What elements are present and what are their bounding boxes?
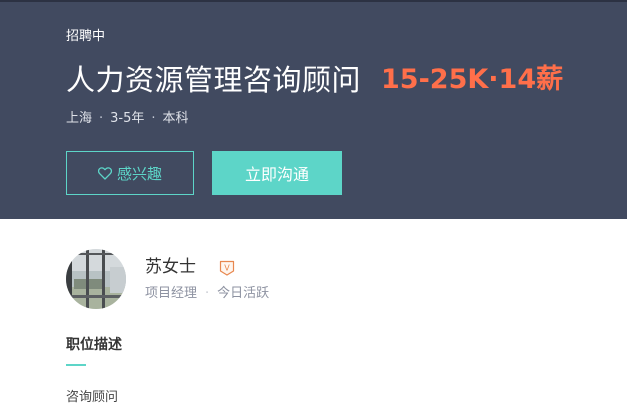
chat-now-button-label: 立即沟通: [244, 165, 309, 184]
recruiter-meta-separator: ·: [205, 286, 210, 301]
job-status: 招聘中: [66, 29, 106, 44]
job-description-text: 咨询顾问: [66, 390, 119, 405]
interest-button-label: 感兴趣: [116, 164, 162, 183]
job-header: 招聘中 人力资源管理咨询顾问 15-25K·14薪 上海 · 3-5年 · 本科…: [0, 0, 627, 219]
job-requirements: 上海 · 3-5年 · 本科: [66, 111, 189, 127]
recruiter-meta: 项目经理 · 今日活跃: [145, 286, 269, 302]
job-title: 人力资源管理咨询顾问: [66, 63, 362, 97]
recruiter-activity: 今日活跃: [217, 286, 270, 301]
chat-now-button[interactable]: 立即沟通: [212, 151, 342, 195]
meta-separator: ·: [151, 111, 156, 126]
job-title-row: 人力资源管理咨询顾问 15-25K·14薪: [66, 58, 563, 102]
recruiter-avatar[interactable]: [66, 249, 126, 309]
heart-outline-icon: [97, 166, 112, 180]
recruiter-position: 项目经理: [145, 286, 198, 301]
vip-badge-icon: V: [219, 260, 235, 276]
job-description-heading: 职位描述: [66, 337, 122, 353]
avatar-photo: [66, 249, 126, 309]
header-top-strip: [0, 0, 627, 2]
meta-separator: ·: [99, 111, 104, 126]
job-location: 上海: [66, 111, 93, 126]
vip-badge-text: V: [224, 264, 230, 273]
job-salary: 15-25K·14薪: [381, 64, 564, 95]
job-experience: 3-5年: [110, 111, 145, 126]
recruiter-name: 苏女士: [145, 257, 196, 277]
job-education: 本科: [162, 111, 189, 126]
interest-button[interactable]: 感兴趣: [66, 151, 194, 195]
section-underline: [66, 364, 86, 366]
